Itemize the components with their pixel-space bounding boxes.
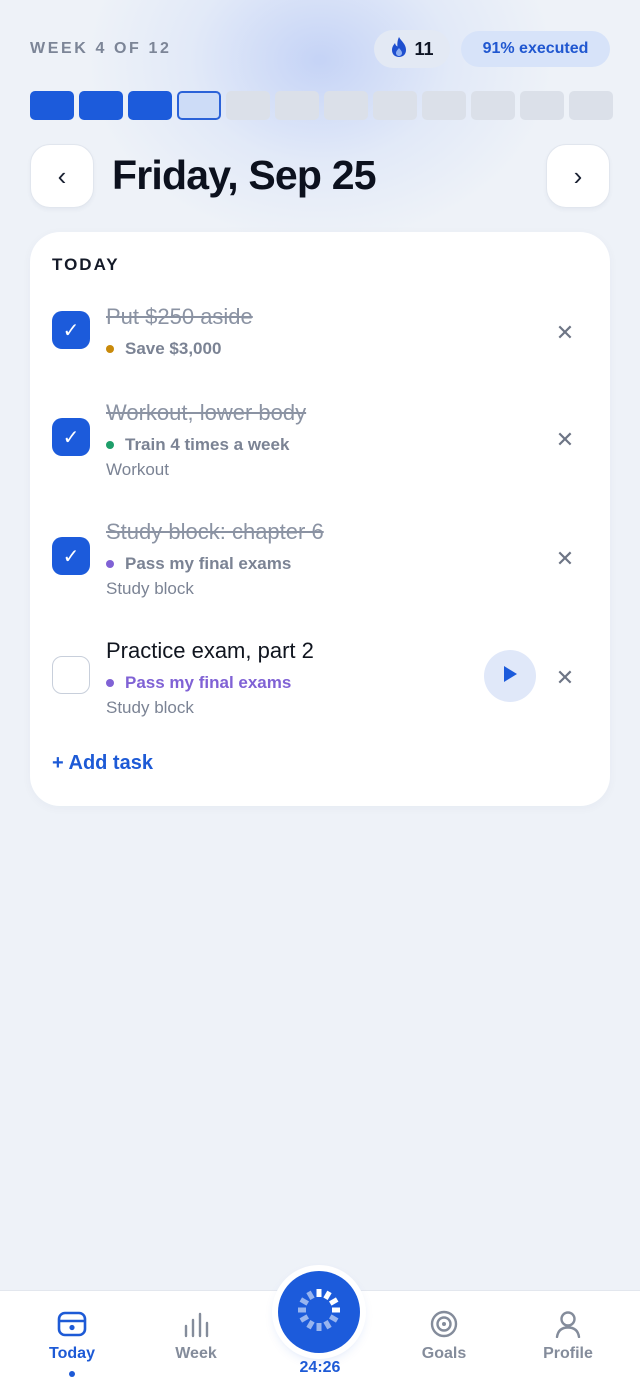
today-card: TODAY ✓ Put $250 aside Save $3,000 ✕ ✓ W… — [30, 232, 610, 806]
tab-label: Week — [175, 1345, 217, 1362]
week-segment-8 — [373, 91, 417, 120]
task-item[interactable]: Practice exam, part 2 Pass my final exam… — [30, 638, 610, 718]
task-type: Study block — [106, 579, 194, 598]
timer-tick — [299, 1296, 309, 1306]
task-checkbox[interactable]: ✓ — [52, 311, 90, 349]
calendar-icon — [22, 1309, 122, 1339]
task-item[interactable]: ✓ Put $250 aside Save $3,000 ✕ — [30, 304, 610, 364]
timer-tick — [323, 1319, 332, 1329]
task-goal: Pass my final exams — [106, 673, 291, 693]
executed-badge[interactable]: 91% executed — [461, 31, 610, 67]
goal-dot — [106, 441, 114, 449]
week-segment-5 — [226, 91, 270, 120]
remove-task-button[interactable]: ✕ — [552, 320, 578, 346]
week-segment-11 — [520, 91, 564, 120]
tab-label: Profile — [543, 1345, 593, 1362]
timer-readout: 24:26 — [299, 1359, 341, 1376]
target-icon — [394, 1309, 494, 1339]
goal-label: Save $3,000 — [125, 339, 222, 358]
task-goal: Pass my final exams — [106, 554, 291, 574]
play-icon — [501, 664, 519, 689]
task-checkbox[interactable]: ✓ — [52, 537, 90, 575]
task-title: Practice exam, part 2 — [106, 638, 314, 663]
week-segment-12 — [569, 91, 613, 120]
timer-tick — [306, 1290, 315, 1300]
week-segment-6 — [275, 91, 319, 120]
week-segment-9 — [422, 91, 466, 120]
page-title: Friday, Sep 25 — [112, 152, 377, 198]
tab-label: Goals — [421, 1345, 467, 1362]
person-icon — [518, 1309, 618, 1339]
tab-goals[interactable]: Goals — [394, 1309, 494, 1379]
week-segment-4 — [177, 91, 221, 120]
task-goal: Train 4 times a week — [106, 435, 289, 455]
timer-ring-icon — [294, 1285, 344, 1340]
remove-task-button[interactable]: ✕ — [552, 427, 578, 453]
task-title: Study block: chapter 6 — [106, 519, 324, 544]
timer-tick — [306, 1319, 315, 1329]
task-type: Workout — [106, 460, 169, 479]
header: WEEK 4 OF 12 11 91% executed — [30, 28, 610, 70]
next-day-button[interactable]: › — [546, 144, 610, 208]
bar-chart-icon — [146, 1309, 246, 1339]
goal-label: Pass my final exams — [125, 673, 292, 692]
task-title: Put $250 aside — [106, 304, 253, 329]
task-item[interactable]: ✓ Workout, lower body Train 4 times a we… — [30, 400, 610, 480]
task-goal: Save $3,000 — [106, 339, 221, 359]
task-type: Study block — [106, 698, 194, 717]
timer-tick — [329, 1313, 339, 1323]
task-checkbox[interactable] — [52, 656, 90, 694]
goal-dot — [106, 679, 114, 687]
add-task-button[interactable]: + Add task — [52, 752, 153, 775]
goal-dot — [106, 560, 114, 568]
previous-day-button[interactable]: ‹ — [30, 144, 94, 208]
tab-profile[interactable]: Profile — [518, 1309, 618, 1379]
goal-label: Pass my final exams — [125, 554, 292, 573]
timer-tick — [299, 1313, 309, 1323]
task-item[interactable]: ✓ Study block: chapter 6 Pass my final e… — [30, 519, 610, 599]
task-checkbox[interactable]: ✓ — [52, 418, 90, 456]
day-navigator: ‹ Friday, Sep 25 › — [30, 144, 610, 208]
goal-label: Train 4 times a week — [125, 435, 290, 454]
section-title: TODAY — [52, 255, 120, 274]
flame-icon — [390, 36, 408, 63]
timer-tick — [323, 1290, 332, 1300]
tab-today[interactable]: Today — [22, 1309, 122, 1379]
timer-tick — [329, 1296, 339, 1306]
week-progress — [30, 91, 613, 120]
remove-task-button[interactable]: ✕ — [552, 546, 578, 572]
remove-task-button[interactable]: ✕ — [552, 665, 578, 691]
week-segment-3 — [128, 91, 172, 120]
week-segment-7 — [324, 91, 368, 120]
task-title: Workout, lower body — [106, 400, 307, 425]
goal-dot — [106, 345, 114, 353]
focus-timer-button[interactable] — [278, 1271, 360, 1353]
week-label: WEEK 4 OF 12 — [30, 40, 172, 57]
week-segment-10 — [471, 91, 515, 120]
start-timer-button[interactable] — [484, 650, 536, 702]
active-tab-indicator — [69, 1371, 75, 1377]
streak-count: 11 — [414, 38, 434, 59]
tab-week[interactable]: Week — [146, 1309, 246, 1379]
week-segment-1 — [30, 91, 74, 120]
streak-badge[interactable]: 11 — [374, 30, 450, 68]
tab-label: Today — [49, 1345, 95, 1362]
week-segment-2 — [79, 91, 123, 120]
